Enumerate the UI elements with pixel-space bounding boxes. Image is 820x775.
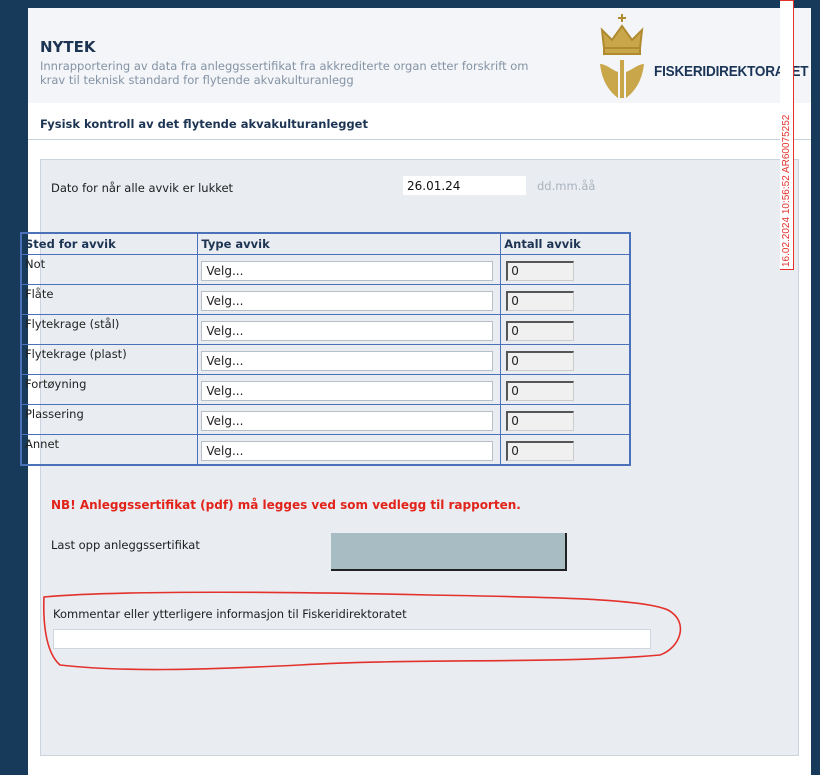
upload-certificate-button[interactable] [331,533,567,571]
table-row: Flytekrage (stål) Velg... 0 [20,314,631,345]
app-title: NYTEK [40,38,96,56]
type-select[interactable]: Velg... [201,441,494,461]
comment-label: Kommentar eller ytterligere informasjon … [53,607,407,621]
count-input[interactable]: 0 [506,440,575,461]
count-input[interactable]: 0 [506,380,575,401]
type-select[interactable]: Velg... [201,261,494,281]
crown-crest-icon [600,14,644,98]
row-place-label: Fortøyning [20,374,199,405]
row-place-label: Plassering [20,404,199,435]
table-header-row: Sted for avvik Type avvik Antall avvik [20,232,631,255]
comment-input[interactable] [53,629,651,649]
count-input[interactable]: 0 [506,410,575,431]
subtitle-line-1: Innrapportering av data fra anleggsserti… [40,59,529,73]
type-select[interactable]: Velg... [201,291,494,311]
date-input[interactable] [403,176,526,195]
stamp-text: 16.02.2024 10:56:52 AR60075252 [781,114,792,267]
type-select[interactable]: Velg... [201,411,494,431]
count-input[interactable]: 0 [506,350,575,371]
header-type: Type avvik [197,232,502,255]
table-row: Annet Velg... 0 [20,434,631,466]
header-place: Sted for avvik [20,232,199,255]
row-place-label: Annet [20,434,199,466]
count-input[interactable]: 0 [506,290,575,311]
date-format-hint: dd.mm.åå [537,179,596,193]
table-row: Flytekrage (plast) Velg... 0 [20,344,631,375]
header: NYTEK Innrapportering av data fra anlegg… [28,8,811,103]
upload-label: Last opp anleggssertifikat [51,538,200,552]
table-row: Flåte Velg... 0 [20,284,631,315]
attachment-warning: NB! Anleggssertifikat (pdf) må legges ve… [51,498,521,512]
app-subtitle: Innrapportering av data fra anleggsserti… [40,59,580,87]
deviation-table: Sted for avvik Type avvik Antall avvik N… [20,232,631,466]
timestamp-stamp: 16.02.2024 10:56:52 AR60075252 [780,0,794,270]
date-label: Dato for når alle avvik er lukket [51,181,234,195]
subtitle-line-2: krav til teknisk standard for flytende a… [40,73,354,87]
table-row: Fortøyning Velg... 0 [20,374,631,405]
section-header: Fysisk kontroll av det flytende akvakult… [28,109,811,140]
row-place-label: Not [20,254,199,285]
type-select[interactable]: Velg... [201,381,494,401]
count-input[interactable]: 0 [506,320,575,341]
row-place-label: Flytekrage (stål) [20,314,199,345]
section-title: Fysisk kontroll av det flytende akvakult… [40,117,368,131]
row-place-label: Flåte [20,284,199,315]
header-count: Antall avvik [500,232,631,255]
type-select[interactable]: Velg... [201,351,494,371]
type-select[interactable]: Velg... [201,321,494,341]
count-input[interactable]: 0 [506,260,575,281]
table-row: Not Velg... 0 [20,254,631,285]
row-place-label: Flytekrage (plast) [20,344,199,375]
table-row: Plassering Velg... 0 [20,404,631,435]
